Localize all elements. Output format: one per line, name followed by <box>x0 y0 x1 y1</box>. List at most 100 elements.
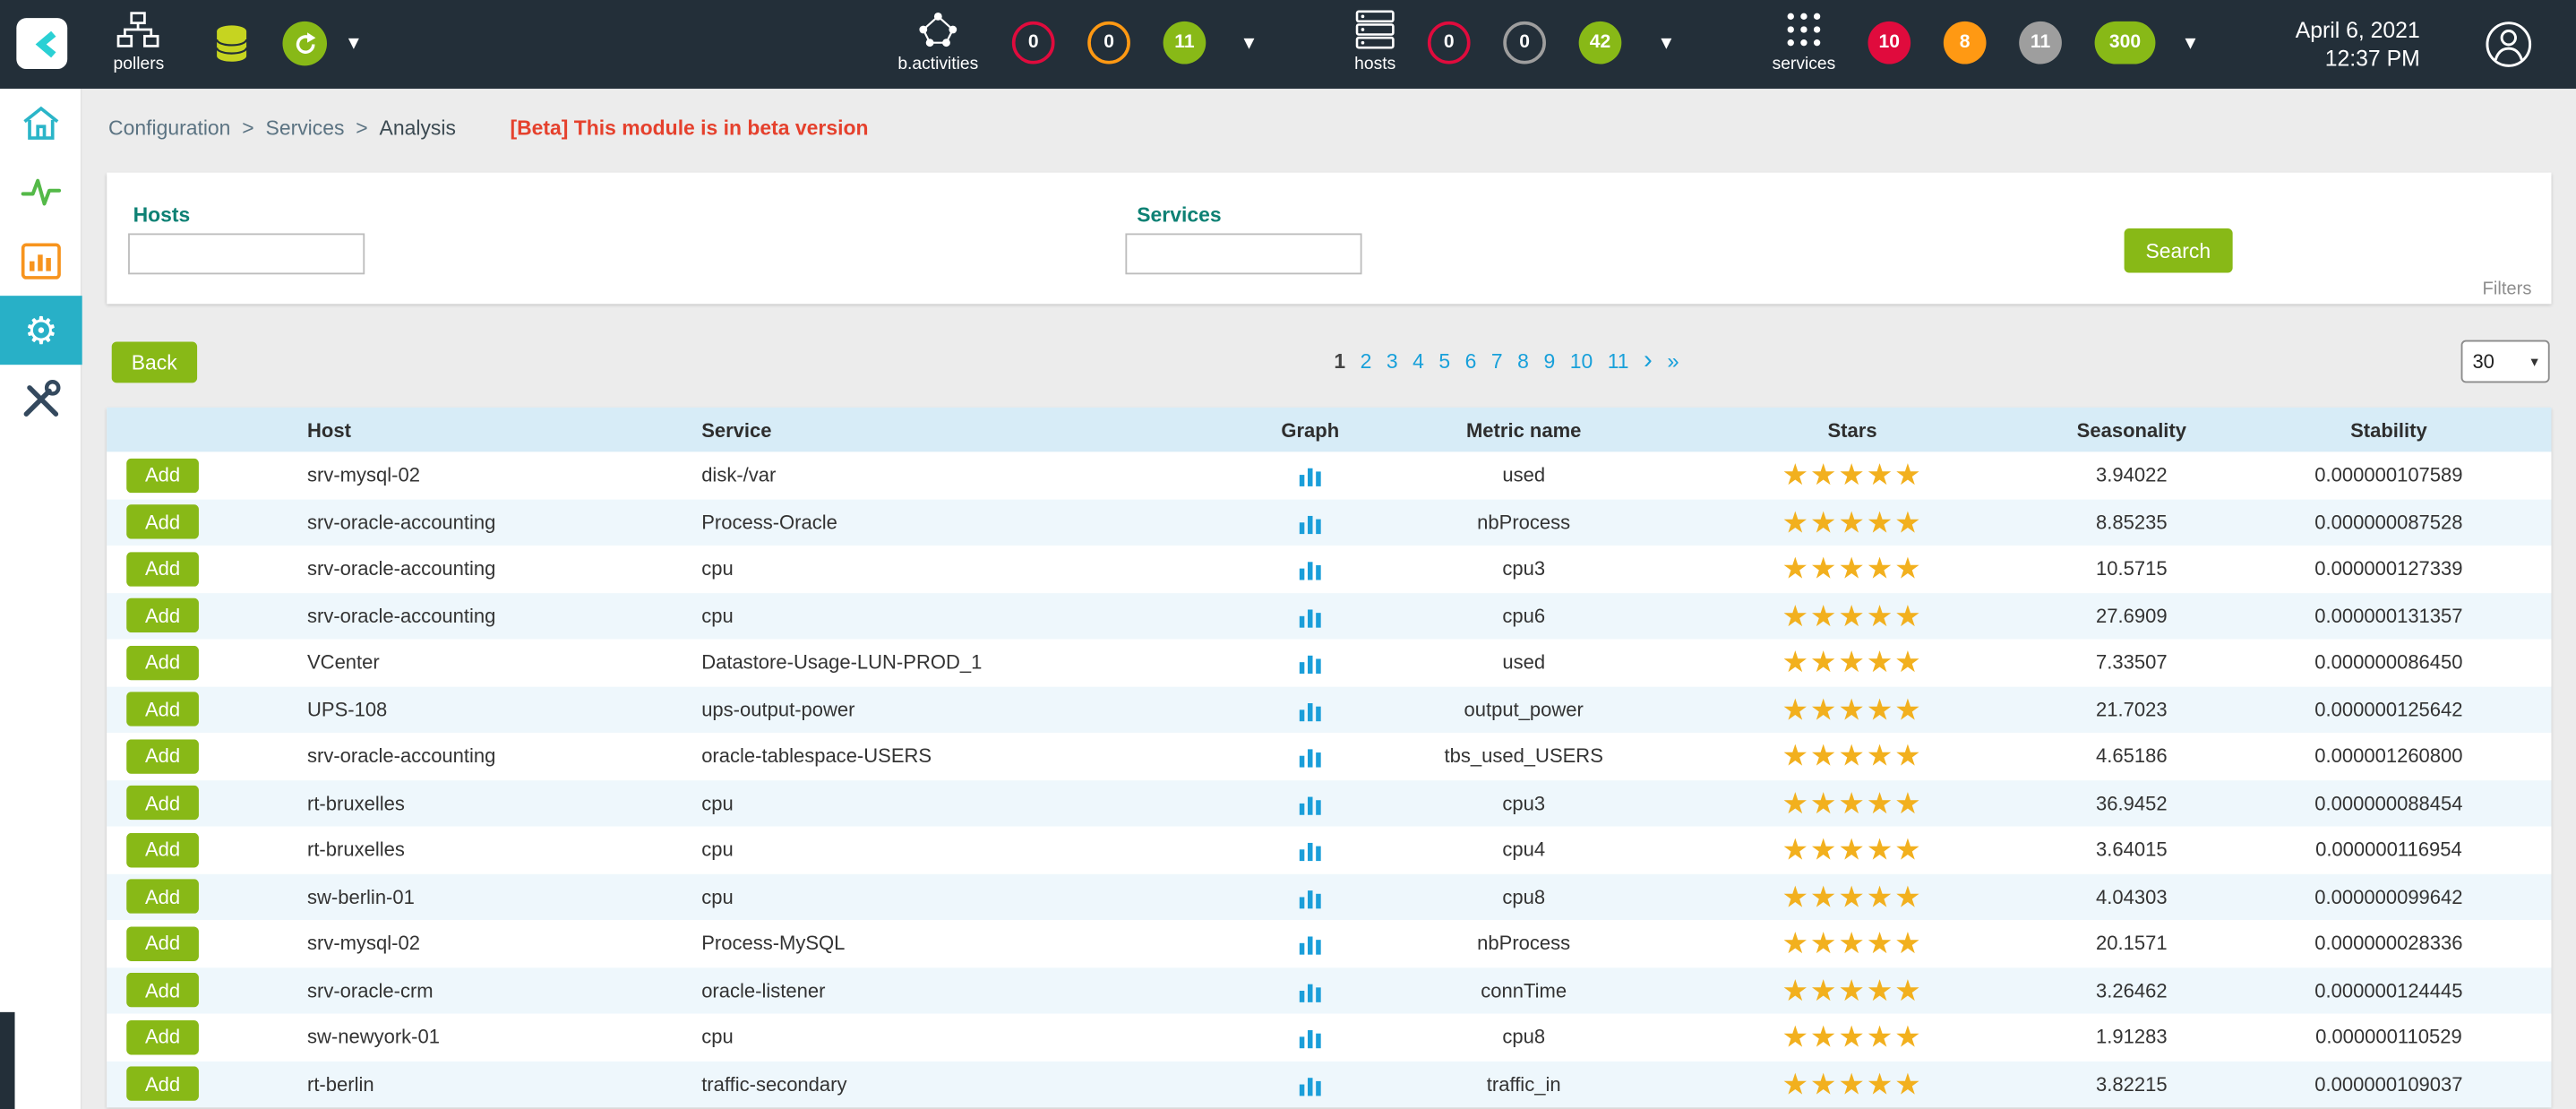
poller-refresh-icon[interactable] <box>282 21 327 66</box>
graph-icon[interactable] <box>1297 649 1323 675</box>
add-button[interactable]: Add <box>126 692 199 727</box>
graph-icon[interactable] <box>1297 977 1323 1003</box>
service-cell: oracle-listener <box>682 979 1241 1002</box>
pagination-page-6[interactable]: 6 <box>1465 350 1477 374</box>
seasonality-cell: 7.33507 <box>2037 651 2226 675</box>
graph-icon[interactable] <box>1297 603 1323 629</box>
pagination-next-icon[interactable]: › <box>1644 352 1653 372</box>
star-rating[interactable]: ★★★★★ <box>1782 976 1922 1005</box>
graph-icon[interactable] <box>1297 509 1323 535</box>
pagination-page-3[interactable]: 3 <box>1387 350 1398 374</box>
status-badge-green[interactable]: 11 <box>1163 21 1206 64</box>
sidebar-item-administration[interactable] <box>0 365 82 434</box>
graph-icon[interactable] <box>1297 696 1323 722</box>
add-button[interactable]: Add <box>126 832 199 867</box>
status-badge-red[interactable]: 0 <box>1428 21 1471 64</box>
add-button[interactable]: Add <box>126 645 199 680</box>
table-row: Addsrv-mysql-02Process-MySQLnbProcess★★★… <box>107 920 2551 967</box>
pagination-page-4[interactable]: 4 <box>1413 350 1424 374</box>
star-rating[interactable]: ★★★★★ <box>1782 1022 1922 1052</box>
services-filter-input[interactable] <box>1125 233 1361 274</box>
sidebar-item-reporting[interactable] <box>0 227 82 296</box>
star-rating[interactable]: ★★★★★ <box>1782 648 1922 677</box>
add-button[interactable]: Add <box>126 973 199 1008</box>
pagination-page-1[interactable]: 1 <box>1334 350 1345 374</box>
pagination-last-icon[interactable]: » <box>1667 352 1679 372</box>
add-button[interactable]: Add <box>126 458 199 493</box>
pagination-page-9[interactable]: 9 <box>1543 350 1555 374</box>
graph-icon[interactable] <box>1297 1070 1323 1096</box>
status-badge-red[interactable]: 0 <box>1012 21 1055 64</box>
add-cell: Add <box>107 973 288 1008</box>
status-badge-green[interactable]: 300 <box>2095 21 2156 64</box>
topbar-business-activities[interactable]: b.activities <box>887 10 989 74</box>
graph-icon[interactable] <box>1297 744 1323 769</box>
service-cell: Process-MySQL <box>682 932 1241 955</box>
star-rating[interactable]: ★★★★★ <box>1782 554 1922 584</box>
graph-icon[interactable] <box>1297 462 1323 488</box>
page-size-select[interactable]: 30 ▾ <box>2461 340 2550 383</box>
chevron-down-icon[interactable]: ▾ <box>1243 30 1254 56</box>
centreon-logo[interactable] <box>16 18 67 69</box>
status-badge-orange[interactable]: 0 <box>1087 21 1130 64</box>
star-rating[interactable]: ★★★★★ <box>1782 1070 1922 1099</box>
star-rating[interactable]: ★★★★★ <box>1782 881 1922 911</box>
breadcrumb-configuration[interactable]: Configuration <box>108 116 230 140</box>
status-badge-green[interactable]: 42 <box>1579 21 1622 64</box>
topbar-services[interactable]: services <box>1761 10 1846 74</box>
graph-icon[interactable] <box>1297 837 1323 863</box>
topbar-pollers[interactable]: pollers <box>114 12 165 74</box>
add-button[interactable]: Add <box>126 598 199 633</box>
add-button[interactable]: Add <box>126 1020 199 1055</box>
star-rating[interactable]: ★★★★★ <box>1782 460 1922 490</box>
star-rating[interactable]: ★★★★★ <box>1782 929 1922 959</box>
sidebar-item-configuration[interactable]: ⚙ <box>0 296 82 365</box>
star-rating[interactable]: ★★★★★ <box>1782 694 1922 724</box>
add-button[interactable]: Add <box>126 926 199 961</box>
graph-icon[interactable] <box>1297 931 1323 957</box>
table-row: Addsw-berlin-01cpucpu8★★★★★4.043030.0000… <box>107 873 2551 920</box>
add-button[interactable]: Add <box>126 739 199 774</box>
chevron-down-icon[interactable]: ▾ <box>348 30 359 56</box>
add-button[interactable]: Add <box>126 1067 199 1102</box>
add-button[interactable]: Add <box>126 552 199 587</box>
metric-cell: cpu6 <box>1380 605 1668 628</box>
graph-icon[interactable] <box>1297 555 1323 581</box>
chevron-down-icon[interactable]: ▾ <box>1661 30 1671 56</box>
sidebar-item-monitoring[interactable] <box>0 158 82 227</box>
search-button[interactable]: Search <box>2125 228 2232 273</box>
sidebar-item-home[interactable] <box>0 89 82 158</box>
back-button[interactable]: Back <box>112 342 197 383</box>
status-badge-grey[interactable]: 11 <box>2019 21 2062 64</box>
pagination-page-8[interactable]: 8 <box>1517 350 1529 374</box>
pagination-page-2[interactable]: 2 <box>1361 350 1372 374</box>
pagination-page-10[interactable]: 10 <box>1570 350 1593 374</box>
chevron-down-icon[interactable]: ▾ <box>2185 30 2195 56</box>
table-row: Addsrv-oracle-crmoracle-listenerconnTime… <box>107 967 2551 1013</box>
status-badge-grey[interactable]: 0 <box>1503 21 1546 64</box>
graph-icon[interactable] <box>1297 790 1323 816</box>
hosts-filter-input[interactable] <box>128 233 365 274</box>
graph-icon[interactable] <box>1297 883 1323 909</box>
pagination-page-7[interactable]: 7 <box>1491 350 1503 374</box>
star-rating[interactable]: ★★★★★ <box>1782 835 1922 864</box>
col-stability: Stability <box>2226 418 2551 442</box>
breadcrumb-services[interactable]: Services <box>266 116 345 140</box>
add-button[interactable]: Add <box>126 505 199 540</box>
pagination-page-5[interactable]: 5 <box>1438 350 1450 374</box>
tools-wrench-icon <box>20 378 63 421</box>
add-button[interactable]: Add <box>126 786 199 821</box>
star-rating[interactable]: ★★★★★ <box>1782 601 1922 631</box>
status-badge-red[interactable]: 10 <box>1868 21 1911 64</box>
pagination-page-11[interactable]: 11 <box>1608 350 1629 374</box>
star-rating[interactable]: ★★★★★ <box>1782 742 1922 771</box>
status-badge-orange[interactable]: 8 <box>1944 21 1987 64</box>
graph-icon[interactable] <box>1297 1024 1323 1050</box>
star-rating[interactable]: ★★★★★ <box>1782 507 1922 537</box>
star-rating[interactable]: ★★★★★ <box>1782 788 1922 818</box>
database-icon[interactable] <box>213 23 249 66</box>
add-button[interactable]: Add <box>126 880 199 915</box>
topbar-hosts[interactable]: hosts <box>1339 10 1412 74</box>
services-label: services <box>1773 55 1836 74</box>
user-profile-icon[interactable] <box>2484 20 2533 69</box>
